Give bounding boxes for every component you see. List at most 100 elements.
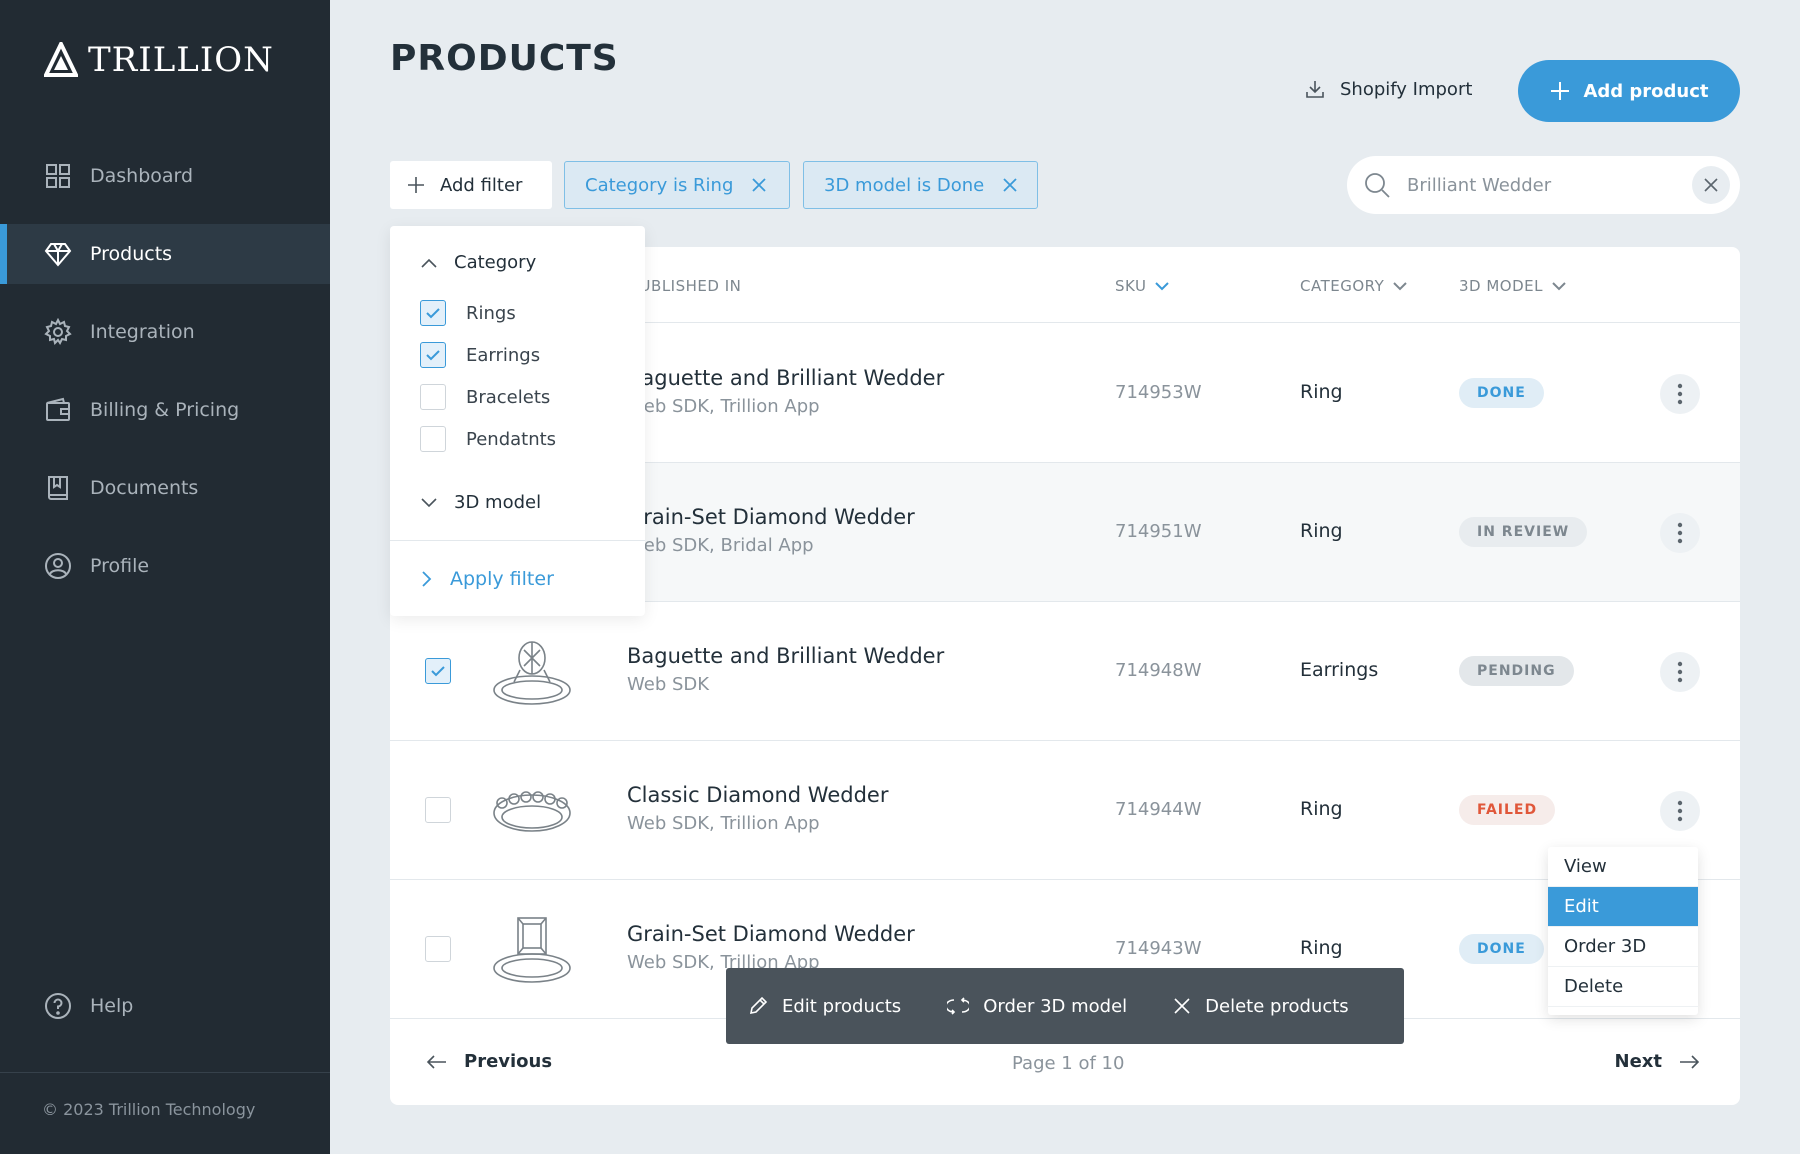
more-vertical-icon (1677, 383, 1683, 405)
product-published: Web SDK (627, 674, 710, 695)
product-name: Classic Diamond Wedder (627, 783, 889, 807)
chevron-down-icon (421, 497, 437, 507)
product-sku: 714951W (1115, 521, 1202, 542)
previous-label: Previous (464, 1051, 553, 1072)
apply-filter-button[interactable]: Apply filter (420, 568, 554, 590)
add-product-button[interactable]: Add product (1518, 60, 1740, 122)
next-page-button[interactable]: Next (1615, 1051, 1701, 1072)
user-icon (45, 553, 71, 579)
checkbox[interactable] (420, 426, 446, 452)
more-vertical-icon (1677, 522, 1683, 544)
filter-option-label: Earrings (466, 344, 541, 366)
add-filter-button[interactable]: Add filter (390, 161, 552, 209)
menu-item-view[interactable]: View (1548, 847, 1698, 887)
sidebar-item-integration[interactable]: Integration (0, 302, 330, 362)
search-box (1347, 156, 1740, 214)
search-input[interactable] (1407, 174, 1667, 196)
product-category: Ring (1300, 520, 1343, 542)
close-icon (1704, 178, 1718, 192)
row-menu-button[interactable] (1660, 513, 1700, 553)
sidebar-item-help[interactable]: Help (44, 992, 133, 1020)
copyright: © 2023 Trillion Technology (42, 1100, 256, 1119)
page-info: Page 1 of 10 (1012, 1053, 1125, 1074)
filter-option-bracelets[interactable]: Bracelets (420, 384, 550, 410)
product-category: Earrings (1300, 659, 1379, 681)
trillion-logo-icon (44, 42, 78, 77)
menu-item-edit[interactable]: Edit (1548, 887, 1698, 927)
download-icon (1306, 81, 1324, 98)
chevron-up-icon (421, 258, 437, 268)
product-name: Grain-Set Diamond Wedder (627, 505, 915, 529)
sidebar-item-profile[interactable]: Profile (0, 536, 330, 596)
menu-item-delete[interactable]: Delete (1548, 967, 1698, 1007)
brand-name: TRILLION (88, 40, 274, 80)
column-label: SKU (1115, 277, 1147, 295)
rotate-3d-icon (947, 997, 970, 1015)
help-icon (45, 993, 71, 1019)
sidebar-item-label: Products (90, 243, 173, 265)
table-row[interactable]: Baguette and Brilliant Wedder Web SDK 71… (390, 602, 1740, 741)
row-menu-button[interactable] (1660, 652, 1700, 692)
order-3d-model-button[interactable]: Order 3D model (947, 996, 1127, 1017)
sidebar-item-label: Integration (90, 321, 195, 343)
sidebar-item-dashboard[interactable]: Dashboard (0, 146, 330, 206)
close-icon[interactable] (1002, 177, 1018, 193)
sidebar-item-billing[interactable]: Billing & Pricing (0, 380, 330, 440)
status-badge: DONE (1459, 378, 1544, 408)
delete-products-button[interactable]: Delete products (1173, 995, 1349, 1017)
delete-products-label: Delete products (1205, 995, 1349, 1017)
product-published: Web SDK, Trillion App (627, 396, 820, 417)
checkbox[interactable] (420, 384, 446, 410)
check-icon (426, 308, 440, 319)
filter-chip-3d-model[interactable]: 3D model is Done (803, 161, 1038, 209)
arrow-right-icon (1680, 1054, 1700, 1069)
shopify-import-button[interactable]: Shopify Import (1304, 78, 1472, 100)
checkbox[interactable] (420, 300, 446, 326)
sidebar-item-products[interactable]: Products (0, 224, 330, 284)
brand-logo[interactable]: TRILLION (44, 40, 274, 80)
checkbox[interactable] (420, 342, 446, 368)
category-section-label: Category (454, 252, 537, 273)
column-sku[interactable]: SKU (1115, 277, 1170, 295)
filter-option-label: Bracelets (466, 386, 551, 408)
chevron-down-icon (1552, 282, 1566, 291)
row-checkbox[interactable] (425, 797, 451, 823)
sidebar-divider (0, 1072, 330, 1073)
sidebar-item-label: Dashboard (90, 165, 194, 187)
table-row[interactable]: Classic Diamond Wedder Web SDK, Trillion… (390, 741, 1740, 880)
menu-item-order-3d[interactable]: Order 3D (1548, 927, 1698, 967)
close-icon[interactable] (751, 177, 767, 193)
filter-option-rings[interactable]: Rings (420, 300, 516, 326)
plus-icon (408, 177, 424, 193)
row-menu-button[interactable] (1660, 791, 1700, 831)
add-filter-label: Add filter (440, 174, 523, 196)
column-category[interactable]: CATEGORY (1300, 277, 1408, 295)
category-section-toggle[interactable]: Category (420, 252, 536, 273)
filter-chip-label: 3D model is Done (824, 174, 985, 196)
row-checkbox[interactable] (425, 658, 451, 684)
filter-option-earrings[interactable]: Earrings (420, 342, 540, 368)
row-checkbox[interactable] (425, 936, 451, 962)
sidebar-item-label: Profile (90, 555, 150, 577)
filter-option-pendants[interactable]: Pendatnts (420, 426, 556, 452)
filter-chip-category[interactable]: Category is Ring (564, 161, 790, 209)
edit-products-button[interactable]: Edit products (748, 996, 901, 1017)
product-category: Ring (1300, 798, 1343, 820)
help-label: Help (90, 995, 134, 1017)
previous-page-button[interactable]: Previous (426, 1051, 552, 1072)
column-3d-model[interactable]: 3D MODEL (1459, 277, 1567, 295)
row-context-menu: View Edit Order 3D Delete (1548, 847, 1698, 1015)
chevron-right-icon (422, 571, 432, 587)
bulk-action-bar: Edit products Order 3D model Delete prod… (726, 968, 1404, 1044)
page-title: PRODUCTS (390, 38, 619, 79)
search-icon (1365, 173, 1390, 198)
edit-products-label: Edit products (782, 995, 902, 1017)
apply-filter-label: Apply filter (450, 568, 554, 590)
search-clear-button[interactable] (1692, 166, 1730, 204)
sidebar-item-documents[interactable]: Documents (0, 458, 330, 518)
filter-chip-label: Category is Ring (585, 174, 734, 196)
filter-option-label: Rings (466, 302, 516, 324)
row-menu-button[interactable] (1660, 374, 1700, 414)
3d-model-section-toggle[interactable]: 3D model (420, 492, 541, 513)
pencil-icon (749, 996, 768, 1015)
